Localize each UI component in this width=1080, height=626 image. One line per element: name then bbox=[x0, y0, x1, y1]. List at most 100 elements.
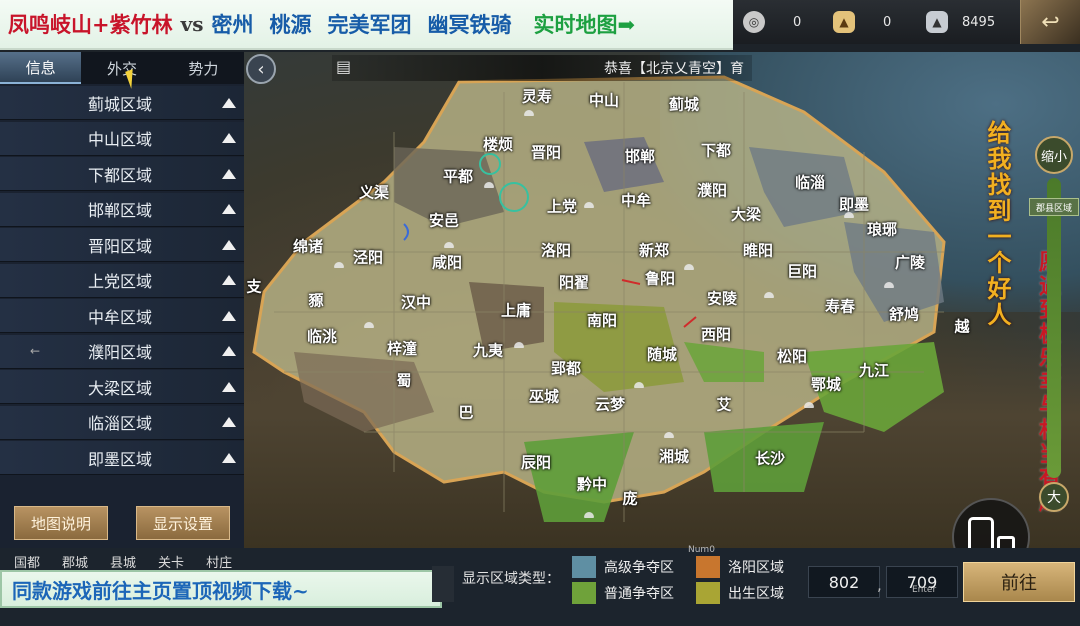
zoom-out-button[interactable]: 缩小 bbox=[1035, 136, 1073, 174]
region-type-toggle[interactable]: 出生区域 bbox=[696, 582, 784, 604]
map-region-label[interactable]: 楼烦 bbox=[483, 134, 513, 155]
region-list-item[interactable]: 下都区域 bbox=[0, 157, 244, 191]
region-list-item[interactable]: 蓟城区域 bbox=[0, 86, 244, 120]
map-region-label[interactable]: 晋阳 bbox=[531, 142, 561, 163]
map-region-label[interactable]: 云梦 bbox=[595, 394, 625, 415]
map-region-label[interactable]: 中山 bbox=[589, 90, 619, 111]
map-region-label[interactable]: 安陵 bbox=[707, 288, 737, 309]
region-type-toggle[interactable]: 高级争夺区 bbox=[572, 556, 674, 578]
tab-info[interactable]: 信息 bbox=[0, 52, 82, 84]
region-list-item[interactable]: 中牟区域 bbox=[0, 299, 244, 333]
region-list-item[interactable]: 临淄区域 bbox=[0, 405, 244, 440]
expand-arrow-icon[interactable] bbox=[222, 168, 236, 179]
map-region-label[interactable]: 辰阳 bbox=[521, 452, 551, 473]
camp-marker[interactable] bbox=[364, 322, 374, 328]
camp-marker[interactable] bbox=[584, 202, 594, 208]
map-region-label[interactable]: 阳翟 bbox=[559, 272, 589, 293]
map-region-label[interactable]: 郢都 bbox=[551, 358, 581, 379]
map-region-label[interactable]: 九夷 bbox=[473, 340, 503, 361]
expand-arrow-icon[interactable] bbox=[222, 310, 236, 321]
camp-marker[interactable] bbox=[804, 402, 814, 408]
map-region-label[interactable]: 咸阳 bbox=[432, 252, 462, 273]
region-list-item[interactable]: 中山区域 bbox=[0, 121, 244, 156]
camp-marker[interactable] bbox=[334, 262, 344, 268]
map-region-label[interactable]: 琅琊 bbox=[867, 219, 897, 240]
map-region-label[interactable]: 西阳 bbox=[701, 324, 731, 345]
map-info-button[interactable]: 地图说明 bbox=[14, 506, 108, 540]
map-region-label[interactable]: 邯郸 bbox=[625, 146, 655, 167]
map-region-label[interactable]: 鲁阳 bbox=[645, 268, 675, 289]
map-region-label[interactable]: 黔中 bbox=[577, 474, 607, 495]
map-region-label[interactable]: 义渠 bbox=[359, 182, 389, 203]
expand-arrow-icon[interactable] bbox=[222, 417, 236, 427]
camp-marker[interactable] bbox=[664, 432, 674, 438]
coordinate-input-stub[interactable] bbox=[432, 566, 454, 602]
map-region-label[interactable]: 灵寿 bbox=[522, 86, 552, 107]
map-region-label[interactable]: 巫城 bbox=[529, 386, 559, 407]
tab-diplomacy[interactable]: 外交 bbox=[81, 52, 162, 84]
collapse-panel-button[interactable]: ‹ bbox=[246, 54, 276, 84]
map-region-label[interactable]: 绵诸 bbox=[293, 236, 323, 257]
map-region-label[interactable]: 下都 bbox=[701, 140, 731, 161]
map-region-label[interactable]: 大梁 bbox=[731, 204, 761, 225]
map-region-label[interactable]: 艾 bbox=[716, 394, 731, 415]
camp-marker[interactable] bbox=[444, 242, 454, 248]
map-region-label[interactable]: 上党 bbox=[547, 196, 577, 217]
zoom-level-label[interactable]: 郡县区域 bbox=[1029, 198, 1079, 216]
camp-marker[interactable] bbox=[684, 264, 694, 270]
map-region-label[interactable]: 庞 bbox=[622, 488, 637, 509]
camp-marker[interactable] bbox=[764, 292, 774, 298]
map-region-label[interactable]: 洛阳 bbox=[541, 240, 571, 261]
map-region-label[interactable]: 睢阳 bbox=[743, 240, 773, 261]
map-region-label[interactable]: 泾阳 bbox=[353, 247, 383, 268]
map-region-label[interactable]: 广陵 bbox=[895, 252, 925, 273]
back-button[interactable]: ↩ bbox=[1020, 0, 1080, 44]
camp-marker[interactable] bbox=[524, 110, 534, 116]
map-region-label[interactable]: 长沙 bbox=[755, 448, 785, 469]
zoom-slider[interactable]: 郡县区域 bbox=[1029, 178, 1079, 478]
go-button[interactable]: 前往 bbox=[963, 562, 1075, 602]
map-region-label[interactable]: 即墨 bbox=[839, 194, 869, 215]
camp-marker[interactable] bbox=[884, 282, 894, 288]
display-settings-button[interactable]: 显示设置 bbox=[136, 506, 230, 540]
map-region-label[interactable]: 巴 bbox=[458, 402, 473, 423]
region-list-item[interactable]: 大梁区域 bbox=[0, 370, 244, 404]
zoom-in-button[interactable]: 大 bbox=[1039, 482, 1069, 512]
map-region-label[interactable]: 梓潼 bbox=[387, 338, 417, 359]
map-region-label[interactable]: 巨阳 bbox=[787, 261, 817, 282]
map-region-label[interactable]: 南阳 bbox=[587, 310, 617, 331]
map-region-label[interactable]: 安邑 bbox=[429, 210, 459, 231]
map-region-label[interactable]: 湘城 bbox=[659, 446, 689, 467]
map-region-label[interactable]: 中牟 bbox=[621, 190, 651, 211]
camp-marker[interactable] bbox=[844, 212, 854, 218]
map-region-label[interactable]: 寿春 bbox=[825, 296, 855, 317]
expand-arrow-icon[interactable] bbox=[222, 275, 236, 285]
tab-faction[interactable]: 势力 bbox=[163, 52, 244, 84]
world-map[interactable]: 灵寿 中山 蓟城 楼烦 晋阳 邯郸 下都 平都 临淄 义渠 上党 中牟 濮阳 即… bbox=[244, 52, 1080, 548]
region-type-toggle[interactable]: 洛阳区域 bbox=[696, 556, 784, 578]
expand-arrow-icon[interactable] bbox=[222, 346, 236, 356]
camp-marker[interactable] bbox=[584, 512, 594, 518]
map-region-label[interactable]: 支 bbox=[246, 276, 261, 297]
map-region-label[interactable]: 随城 bbox=[647, 344, 677, 365]
map-region-label[interactable]: 松阳 bbox=[777, 346, 807, 367]
map-region-label[interactable]: 濮阳 bbox=[697, 180, 727, 201]
camp-marker[interactable] bbox=[514, 342, 524, 348]
map-region-label[interactable]: 新郑 bbox=[639, 240, 669, 261]
map-region-label[interactable]: 蜀 bbox=[396, 370, 411, 391]
region-list-item[interactable]: 上党区域 bbox=[0, 263, 244, 298]
map-region-label[interactable]: 上庸 bbox=[501, 300, 531, 321]
camp-marker[interactable] bbox=[634, 382, 644, 388]
map-region-label[interactable]: 临淄 bbox=[795, 172, 825, 193]
map-region-label[interactable]: 舒鸠 bbox=[889, 304, 919, 325]
map-region-label[interactable]: 临洮 bbox=[307, 326, 337, 347]
map-region-label[interactable]: 九江 bbox=[859, 360, 889, 381]
expand-arrow-icon[interactable] bbox=[222, 239, 236, 250]
map-region-label[interactable]: 汉中 bbox=[401, 292, 431, 313]
expand-arrow-icon[interactable] bbox=[222, 204, 236, 214]
map-region-label[interactable]: 豲 bbox=[308, 290, 323, 311]
region-list-item[interactable]: 晋阳区域 bbox=[0, 228, 244, 262]
map-region-label[interactable]: 鄂城 bbox=[811, 374, 841, 395]
expand-arrow-icon[interactable] bbox=[222, 97, 236, 108]
map-region-label[interactable]: 平都 bbox=[443, 166, 473, 187]
